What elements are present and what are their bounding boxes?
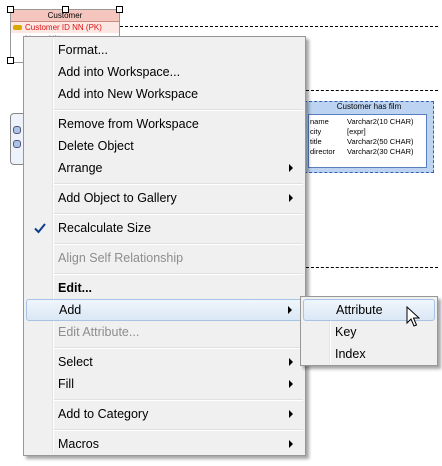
selection-handle-tl[interactable] — [7, 6, 14, 13]
menu-item-fill[interactable]: Fill — [26, 373, 303, 395]
menu-separator — [54, 183, 303, 185]
menu-item-edit[interactable]: Edit... — [26, 277, 303, 299]
menu-item-delete-object[interactable]: Delete Object — [26, 135, 303, 157]
menu-item-remove-from-workspace[interactable]: Remove from Workspace — [26, 113, 303, 135]
menu-item-label: Add into New Workspace — [58, 87, 199, 101]
menu-item-label: Macros — [58, 437, 99, 451]
submenu-arrow-icon — [289, 164, 293, 172]
submenu-arrow-icon — [289, 410, 293, 418]
menu-item-edit-attribute[interactable]: Edit Attribute... — [26, 321, 303, 343]
menu-item-add-into-workspace[interactable]: Add into Workspace... — [26, 61, 303, 83]
menu-item-select[interactable]: Select — [26, 351, 303, 373]
menu-item-label: Add — [59, 303, 82, 317]
menu-item-align-self-relationship[interactable]: Align Self Relationship — [26, 247, 303, 269]
menu-item-add-to-category[interactable]: Add to Category — [26, 403, 303, 425]
menu-item-add-into-new-workspace[interactable]: Add into New Workspace — [26, 83, 303, 105]
customer-has-film-entity[interactable]: Customer has film name Varchar2(10 CHAR)… — [304, 101, 434, 173]
submenu-arrow-icon — [289, 194, 293, 202]
menu-item-format[interactable]: Format... — [26, 39, 303, 61]
menu-item-label: Add to Category — [58, 407, 149, 421]
film-attribute-row[interactable]: title Varchar2(50 CHAR) — [309, 137, 426, 146]
menu-item-macros[interactable]: Macros — [26, 433, 303, 455]
menu-separator — [54, 399, 303, 401]
relationship-line-top — [120, 26, 438, 27]
menu-separator — [54, 243, 303, 245]
menu-item-label: Arrange — [58, 161, 103, 175]
menu-item-recalculate-size[interactable]: Recalculate Size — [26, 217, 303, 239]
relationship-line-mid — [306, 90, 438, 91]
menu-item-label: Key — [335, 325, 357, 339]
attribute-name: name — [310, 117, 329, 126]
menu-item-label: Recalculate Size — [58, 221, 152, 235]
customer-id-attribute[interactable]: Customer ID NN (PK) — [11, 22, 119, 33]
attribute-type: Varchar2(30 CHAR) — [347, 147, 414, 156]
selection-handle-bl[interactable] — [7, 57, 14, 64]
attribute-dot-icon — [13, 140, 21, 148]
submenu-arrow-icon — [289, 440, 293, 448]
menu-separator — [54, 273, 303, 275]
attribute-name: director — [310, 147, 336, 156]
film-entity-title: Customer has film — [336, 102, 402, 111]
menu-item-arrange[interactable]: Arrange — [26, 157, 303, 179]
submenu-arrow-icon — [289, 358, 293, 366]
film-entity-attributes: name Varchar2(10 CHAR) city [expr] title… — [308, 114, 427, 168]
menu-item-label: Add into Workspace... — [58, 65, 181, 79]
attribute-dot-icon — [13, 126, 21, 134]
menu-item-label: Edit... — [58, 281, 93, 295]
menu-separator — [54, 109, 303, 111]
customer-id-attribute-label: Customer ID NN (PK) — [25, 23, 102, 32]
context-menu: Format... Add into Workspace... Add into… — [23, 36, 306, 456]
menu-item-add-object-to-gallery[interactable]: Add Object to Gallery — [26, 187, 303, 209]
submenu-arrow-icon — [289, 380, 293, 388]
attribute-name: title — [310, 137, 322, 146]
checkmark-icon — [34, 223, 46, 234]
menu-item-label: Fill — [58, 377, 74, 391]
menu-item-label: Add Object to Gallery — [58, 191, 177, 205]
menu-item-add[interactable]: Add — [26, 299, 303, 321]
menu-item-label: Format... — [58, 43, 109, 57]
menu-item-label: Attribute — [336, 303, 383, 317]
menu-separator — [54, 429, 303, 431]
attribute-type: Varchar2(10 CHAR) — [347, 117, 414, 126]
menu-separator — [54, 213, 303, 215]
submenu-item-index[interactable]: Index — [303, 343, 435, 365]
menu-item-label: Remove from Workspace — [58, 117, 199, 131]
menu-item-label: Align Self Relationship — [58, 251, 184, 265]
attribute-type: [expr] — [347, 127, 366, 136]
menu-separator — [54, 347, 303, 349]
menu-item-label: Edit Attribute... — [58, 325, 140, 339]
attribute-name: city — [310, 127, 322, 136]
selection-handle-tr[interactable] — [116, 6, 123, 13]
film-attribute-row[interactable]: city [expr] — [309, 127, 426, 136]
relationship-line-bottom — [306, 267, 438, 268]
menu-item-label: Select — [58, 355, 93, 369]
film-attribute-row[interactable]: name Varchar2(10 CHAR) — [309, 117, 426, 126]
selection-handle-tm[interactable] — [62, 6, 69, 13]
attribute-type: Varchar2(50 CHAR) — [347, 137, 414, 146]
film-attribute-row[interactable]: director Varchar2(30 CHAR) — [309, 147, 426, 156]
menu-item-label: Index — [335, 347, 366, 361]
primary-key-icon — [13, 25, 22, 30]
menu-item-label: Delete Object — [58, 139, 134, 153]
mouse-pointer-icon — [406, 306, 420, 327]
submenu-arrow-icon — [288, 306, 292, 314]
